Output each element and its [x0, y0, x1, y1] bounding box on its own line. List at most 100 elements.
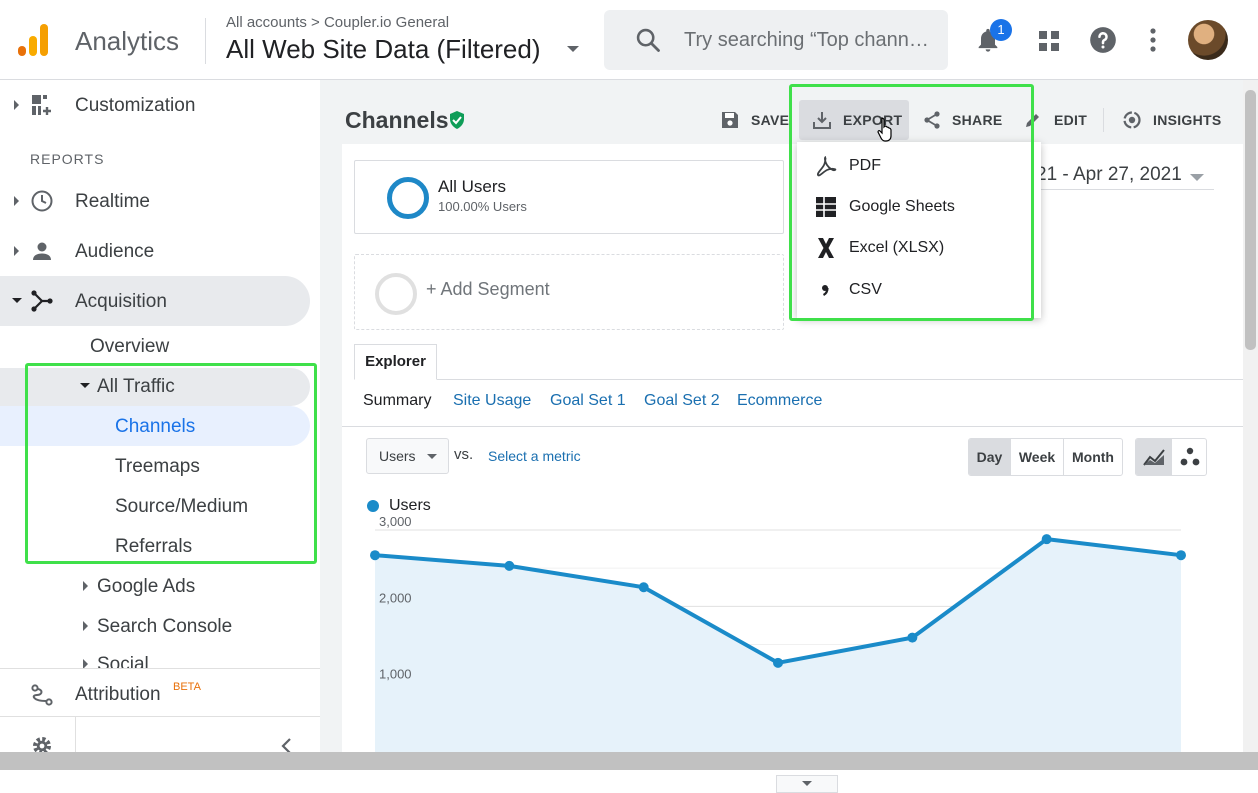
search-box[interactable]: Try searching “Top chann…: [604, 10, 948, 70]
person-icon: [33, 242, 51, 260]
app-header: Analytics All accounts > Coupler.io Gene…: [0, 0, 1258, 80]
subtab-summary[interactable]: Summary: [363, 392, 431, 410]
vs-label: vs.: [454, 446, 474, 463]
caret-down-icon: [802, 781, 812, 786]
date-range-underline: [1036, 189, 1214, 190]
toolbar-divider: [1103, 108, 1104, 132]
add-segment-label: + Add Segment: [426, 279, 550, 299]
sidebar-item-label: Realtime: [75, 191, 150, 212]
help-icon[interactable]: [1089, 26, 1117, 54]
chart-y-tick-label: 2,000: [379, 590, 412, 605]
vertical-scrollbar-thumb[interactable]: [1245, 90, 1256, 350]
export-highlight-box: [789, 84, 1034, 321]
sidebar-divider: [0, 716, 320, 717]
reports-heading: REPORTS: [30, 151, 105, 167]
chart-point[interactable]: [907, 632, 918, 643]
metric-dropdown-value: Users: [379, 448, 416, 464]
search-placeholder[interactable]: Try searching “Top chann…: [684, 29, 942, 52]
empty-segment-ring-icon: [375, 273, 417, 315]
tabs-divider: [354, 379, 1258, 380]
sidebar-item-realtime[interactable]: Realtime: [0, 178, 310, 224]
sidebar-item-customization[interactable]: Customization: [0, 82, 310, 128]
subtab-site-usage[interactable]: Site Usage: [453, 392, 531, 410]
sidebar-item-search-console[interactable]: Search Console: [97, 616, 232, 638]
period-day-button[interactable]: Day: [969, 439, 1011, 475]
subtab-ecommerce[interactable]: Ecommerce: [737, 392, 822, 410]
period-week-button[interactable]: Week: [1011, 439, 1064, 475]
sidebar-item-overview[interactable]: Overview: [90, 336, 169, 358]
chart-point[interactable]: [638, 582, 649, 593]
expand-arrow-icon[interactable]: [14, 196, 19, 206]
metric-dropdown[interactable]: Users: [366, 438, 449, 474]
legend-series-dot: [367, 500, 379, 512]
chart-area-fill: [375, 539, 1181, 759]
verified-check-icon: [450, 111, 464, 129]
segment-percent: 100.00% Users: [438, 199, 527, 214]
tab-explorer[interactable]: Explorer: [354, 344, 437, 380]
chart-point[interactable]: [1041, 534, 1052, 545]
expand-arrow-icon[interactable]: [83, 621, 88, 631]
clock-icon: [31, 190, 53, 212]
subtabs-divider: [342, 426, 1258, 427]
sidebar-item-attribution[interactable]: Attribution: [75, 684, 161, 706]
all-traffic-highlight-box: [25, 363, 317, 564]
attribution-icon: [31, 684, 53, 706]
notification-count-badge: 1: [990, 19, 1012, 41]
header-divider: [205, 18, 206, 64]
chart-y-tick-label: 3,000: [379, 514, 412, 529]
chart-point[interactable]: [773, 657, 783, 668]
caret-down-icon[interactable]: [1190, 174, 1204, 181]
app-name: Analytics: [75, 26, 180, 56]
expand-arrow-icon[interactable]: [14, 246, 19, 256]
caret-down-icon: [427, 454, 437, 459]
hand-cursor-icon: [877, 117, 892, 142]
chart-point[interactable]: [504, 560, 515, 571]
subtab-goal-set-1[interactable]: Goal Set 1: [550, 392, 626, 410]
beta-badge: BETA: [173, 681, 201, 693]
segment-all-users[interactable]: All Users 100.00% Users: [354, 160, 784, 234]
chart-expand-handle[interactable]: [776, 775, 838, 793]
sidebar-item-label: Customization: [75, 95, 196, 116]
motion-chart-bubbles-icon: [1180, 447, 1200, 466]
horizontal-scrollbar[interactable]: [0, 752, 1258, 770]
segment-ring-icon: [387, 177, 429, 219]
motion-chart-button[interactable]: [1172, 439, 1206, 475]
sidebar-item-google-ads[interactable]: Google Ads: [97, 576, 195, 598]
insights-label: INSIGHTS: [1153, 112, 1222, 128]
add-segment-button[interactable]: + Add Segment: [354, 254, 784, 330]
date-range-selector[interactable]: 21 - Apr 27, 2021: [1036, 164, 1182, 186]
select-metric-link[interactable]: Select a metric: [488, 448, 581, 464]
sidebar-item-audience[interactable]: Audience: [0, 228, 310, 274]
apps-grid-icon[interactable]: [1038, 30, 1060, 52]
user-avatar[interactable]: [1188, 20, 1228, 60]
save-button[interactable]: SAVE: [720, 100, 790, 140]
save-label: SAVE: [751, 112, 790, 128]
segment-name: All Users: [438, 177, 507, 196]
page-title: Channels: [345, 107, 449, 133]
chart-y-tick-label: 1,000: [379, 667, 412, 682]
acquisition-branch-icon: [31, 290, 53, 312]
breadcrumb[interactable]: All accounts > Coupler.io General: [226, 14, 449, 31]
expand-arrow-icon[interactable]: [83, 581, 88, 591]
sidebar-item-acquisition[interactable]: Acquisition: [0, 278, 310, 324]
legend-series-label: Users: [389, 497, 431, 514]
search-icon: [636, 28, 660, 52]
edit-label: EDIT: [1054, 112, 1088, 128]
subtab-goal-set-2[interactable]: Goal Set 2: [644, 392, 720, 410]
view-selector[interactable]: All Web Site Data (Filtered): [226, 34, 541, 65]
analytics-logo-icon[interactable]: [16, 22, 52, 58]
period-month-button[interactable]: Month: [1064, 439, 1122, 475]
expand-arrow-icon[interactable]: [14, 100, 19, 110]
more-vert-icon[interactable]: [1144, 27, 1162, 53]
sidebar-item-label: Audience: [75, 241, 155, 262]
sidebar-item-social[interactable]: Social: [97, 654, 149, 668]
collapse-arrow-icon[interactable]: [12, 298, 22, 303]
chart-point[interactable]: [370, 550, 380, 561]
sidebar: Customization REPORTS Realtime Audience …: [0, 80, 320, 770]
customization-dashboard-icon: [32, 95, 51, 115]
insights-button[interactable]: INSIGHTS: [1122, 100, 1232, 140]
caret-down-icon[interactable]: [567, 46, 579, 52]
chart-point[interactable]: [1176, 550, 1186, 561]
period-toggle-group: Day Week Month: [968, 438, 1123, 476]
line-chart-button[interactable]: [1136, 439, 1172, 475]
